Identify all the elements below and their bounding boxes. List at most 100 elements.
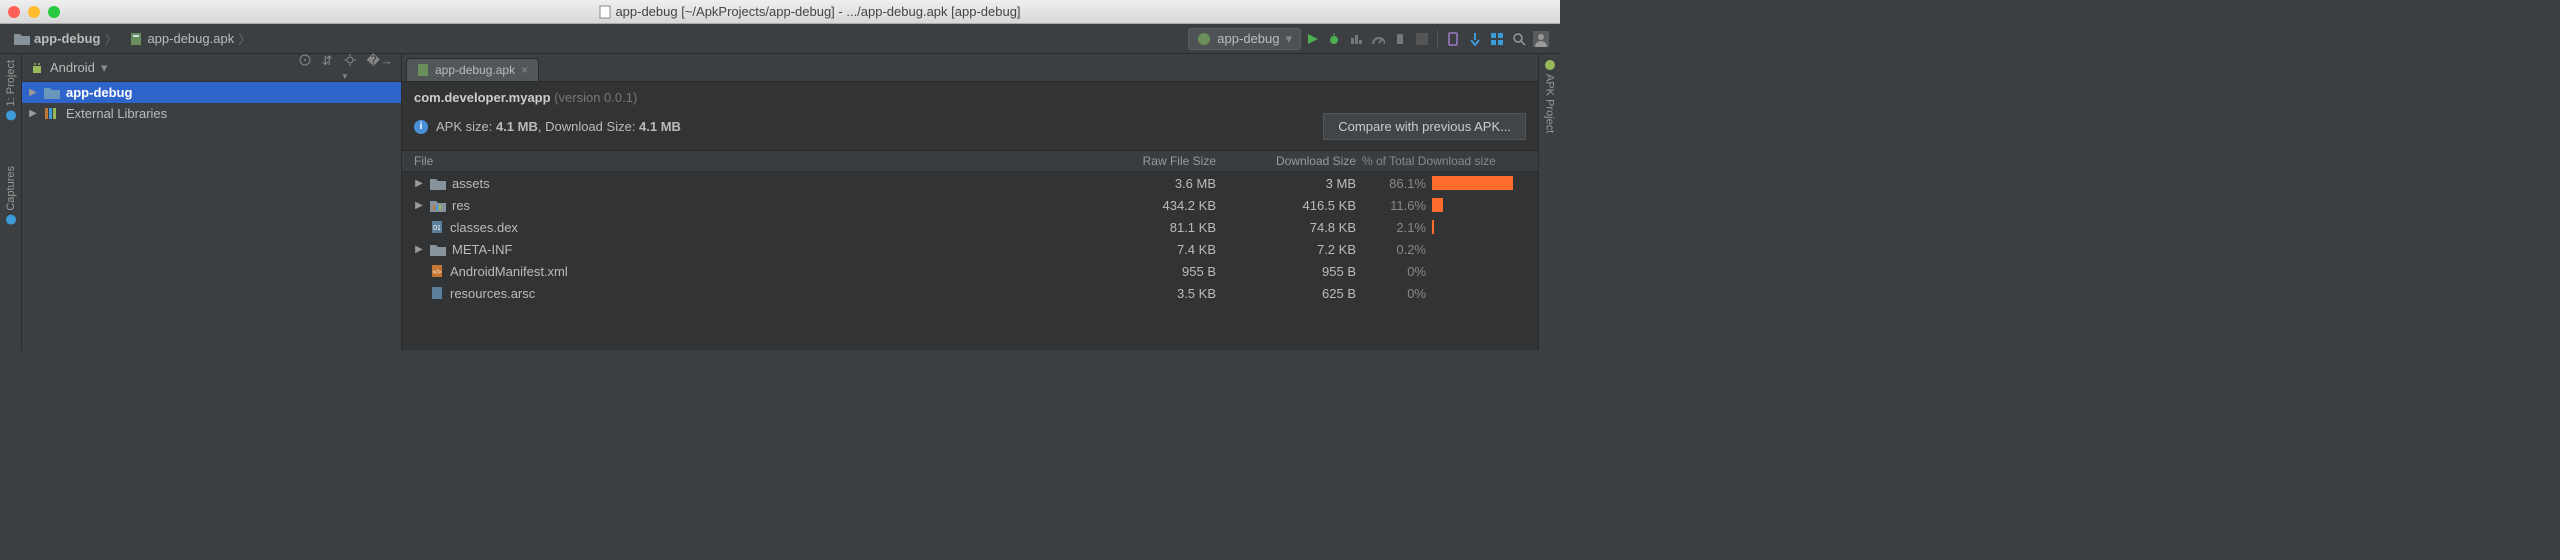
raw-size: 7.4 KB xyxy=(1076,242,1216,257)
expand-toggle-icon[interactable]: ▶ xyxy=(414,178,424,189)
run-button[interactable] xyxy=(1301,28,1323,50)
table-row[interactable]: </>AndroidManifest.xml955 B955 B0% xyxy=(402,260,1538,282)
navigation-bar: app-debug 〉 app-debug.apk 〉 app-debug ▾ xyxy=(0,24,1560,54)
size-info-row: i APK size: 4.1 MB, Download Size: 4.1 M… xyxy=(402,109,1538,150)
gear-icon[interactable]: ▾ xyxy=(343,53,357,82)
percent: 2.1% xyxy=(1356,220,1426,235)
tree-node-app-debug[interactable]: ▶ app-debug xyxy=(22,82,401,103)
table-row[interactable]: ▶res434.2 KB416.5 KB11.6% xyxy=(402,194,1538,216)
run-configuration-selector[interactable]: app-debug ▾ xyxy=(1188,28,1301,50)
apk-size-value: 4.1 MB xyxy=(496,119,538,134)
arsc-icon xyxy=(430,286,444,300)
avd-manager-button[interactable] xyxy=(1442,28,1464,50)
table-row[interactable]: ▶assets3.6 MB3 MB86.1% xyxy=(402,172,1538,194)
percent-bar xyxy=(1426,198,1526,212)
chevron-down-icon: ▾ xyxy=(101,60,108,76)
expand-toggle-icon[interactable]: ▶ xyxy=(414,200,424,211)
col-percent[interactable]: % of Total Download size xyxy=(1356,154,1526,168)
file-icon xyxy=(599,5,611,19)
libraries-icon xyxy=(44,107,60,120)
attach-debugger-button[interactable] xyxy=(1389,28,1411,50)
info-icon: i xyxy=(414,120,428,134)
hide-panel-icon[interactable]: �→ xyxy=(367,53,393,82)
search-everywhere-button[interactable] xyxy=(1508,28,1530,50)
right-tool-strip: APK Project xyxy=(1538,54,1560,350)
svg-text:</>: </> xyxy=(433,270,442,276)
tree-node-label: External Libraries xyxy=(66,106,167,121)
separator xyxy=(1437,30,1438,48)
col-download-size[interactable]: Download Size xyxy=(1216,154,1356,168)
chevron-right-icon: 〉 xyxy=(238,29,251,48)
project-tool-tab[interactable]: 1: Project xyxy=(5,60,17,120)
project-tree: ▶ app-debug ▶ External Libraries xyxy=(22,82,401,350)
window-zoom-button[interactable] xyxy=(48,6,60,18)
android-icon xyxy=(1197,32,1211,46)
project-tool-icon xyxy=(6,110,16,120)
collapse-all-icon[interactable]: ⇵ xyxy=(322,53,333,82)
apk-analyzer-pane: com.developer.myapp (version 0.0.1) i AP… xyxy=(402,82,1538,350)
expand-toggle-icon[interactable]: ▶ xyxy=(28,108,38,119)
breadcrumb-file-label: app-debug.apk xyxy=(147,31,234,46)
window-close-button[interactable] xyxy=(8,6,20,18)
table-header: File Raw File Size Download Size % of To… xyxy=(402,150,1538,172)
captures-tool-icon xyxy=(6,215,16,225)
captures-tool-tab[interactable]: Captures xyxy=(5,166,17,225)
breadcrumb-root-label: app-debug xyxy=(34,31,100,46)
apk-file-icon xyxy=(417,63,429,77)
stop-button xyxy=(1411,28,1433,50)
apk-project-tool-icon xyxy=(1545,60,1555,70)
xml-icon: </> xyxy=(430,264,444,278)
locate-icon[interactable] xyxy=(298,53,312,82)
download-size: 3 MB xyxy=(1216,176,1356,191)
apk-project-tool-tab[interactable]: APK Project xyxy=(1544,60,1556,133)
download-size: 416.5 KB xyxy=(1216,198,1356,213)
table-row[interactable]: resources.arsc3.5 KB625 B0% xyxy=(402,282,1538,304)
table-row[interactable]: 01classes.dex81.1 KB74.8 KB2.1% xyxy=(402,216,1538,238)
file-name: res xyxy=(452,198,470,213)
editor-tab-apk[interactable]: app-debug.apk × xyxy=(406,58,539,81)
file-name: classes.dex xyxy=(450,220,518,235)
coverage-button[interactable] xyxy=(1345,28,1367,50)
table-body: ▶assets3.6 MB3 MB86.1%▶res434.2 KB416.5 … xyxy=(402,172,1538,304)
window-minimize-button[interactable] xyxy=(28,6,40,18)
package-info: com.developer.myapp (version 0.0.1) xyxy=(402,82,1538,109)
size-mid: , Download Size: xyxy=(538,119,639,134)
editor-area: app-debug.apk × com.developer.myapp (ver… xyxy=(402,54,1538,350)
file-name: resources.arsc xyxy=(450,286,535,301)
svg-text:01: 01 xyxy=(433,225,441,232)
percent: 0% xyxy=(1356,264,1426,279)
folder-icon xyxy=(14,32,30,45)
tree-node-external-libraries[interactable]: ▶ External Libraries xyxy=(22,103,401,124)
download-size: 625 B xyxy=(1216,286,1356,301)
percent-bar xyxy=(1426,176,1526,190)
size-prefix: APK size: xyxy=(436,119,496,134)
file-table: File Raw File Size Download Size % of To… xyxy=(402,150,1538,350)
file-name: assets xyxy=(452,176,490,191)
percent: 0.2% xyxy=(1356,242,1426,257)
download-size-value: 4.1 MB xyxy=(639,119,681,134)
project-view-selector[interactable]: Android xyxy=(50,60,95,75)
android-view-icon xyxy=(30,61,44,75)
col-file[interactable]: File xyxy=(414,154,1076,168)
breadcrumb-file[interactable]: app-debug.apk 〉 xyxy=(123,29,257,48)
sdk-manager-button[interactable] xyxy=(1464,28,1486,50)
compare-apk-button[interactable]: Compare with previous APK... xyxy=(1323,113,1526,140)
table-row[interactable]: ▶META-INF7.4 KB7.2 KB0.2% xyxy=(402,238,1538,260)
chevron-down-icon: ▾ xyxy=(1285,31,1292,47)
project-structure-button[interactable] xyxy=(1486,28,1508,50)
close-tab-icon[interactable]: × xyxy=(521,63,528,77)
raw-size: 955 B xyxy=(1076,264,1216,279)
breadcrumb-root[interactable]: app-debug 〉 xyxy=(8,29,123,48)
user-icon[interactable] xyxy=(1530,28,1552,50)
tree-node-label: app-debug xyxy=(66,85,132,100)
profile-button[interactable] xyxy=(1367,28,1389,50)
folder-icon xyxy=(430,243,446,256)
debug-button[interactable] xyxy=(1323,28,1345,50)
col-raw-size[interactable]: Raw File Size xyxy=(1076,154,1216,168)
expand-toggle-icon[interactable]: ▶ xyxy=(414,244,424,255)
expand-toggle-icon[interactable]: ▶ xyxy=(28,87,38,98)
editor-tab-label: app-debug.apk xyxy=(435,63,515,77)
left-tool-strip: 1: Project Captures xyxy=(0,54,22,350)
folder-icon xyxy=(430,177,446,190)
percent: 0% xyxy=(1356,286,1426,301)
